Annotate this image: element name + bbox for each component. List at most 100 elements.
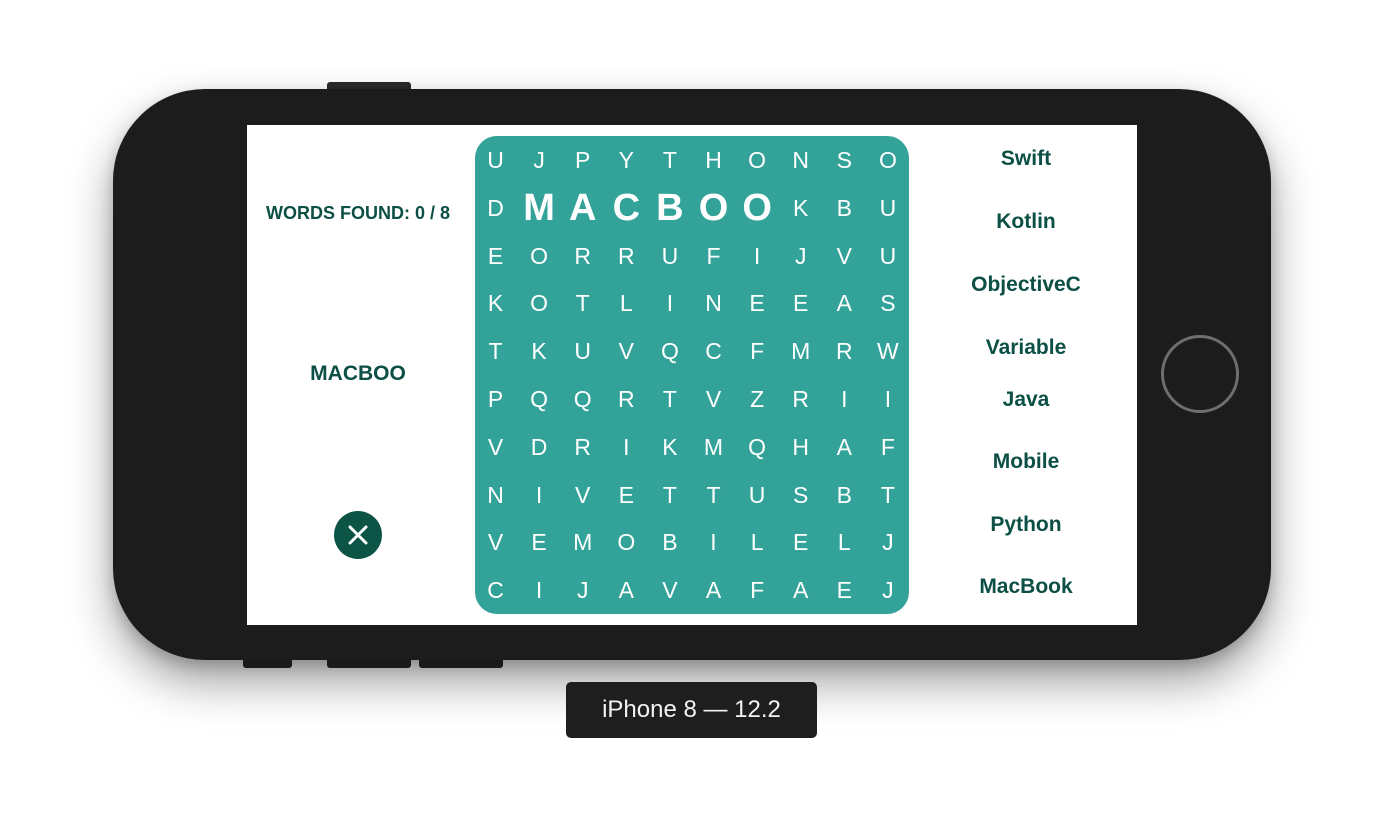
- grid-cell[interactable]: O: [736, 136, 779, 184]
- grid-cell[interactable]: H: [692, 136, 735, 184]
- grid-cell[interactable]: U: [561, 327, 604, 375]
- grid-cell[interactable]: Q: [736, 423, 779, 471]
- grid-cell[interactable]: N: [474, 471, 517, 519]
- grid-cell[interactable]: R: [823, 327, 866, 375]
- grid-cell[interactable]: Q: [561, 375, 604, 423]
- grid-cell[interactable]: R: [605, 375, 648, 423]
- grid-cell[interactable]: P: [561, 136, 604, 184]
- grid-cell[interactable]: R: [561, 232, 604, 280]
- grid-cell[interactable]: R: [561, 423, 604, 471]
- grid-cell[interactable]: A: [779, 566, 822, 614]
- grid-cell[interactable]: I: [823, 375, 866, 423]
- grid-cell[interactable]: J: [866, 566, 909, 614]
- grid-cell[interactable]: I: [518, 566, 561, 614]
- grid-cell[interactable]: M: [779, 327, 822, 375]
- grid-cell[interactable]: I: [866, 375, 909, 423]
- grid-cell[interactable]: O: [736, 184, 779, 232]
- grid-cell[interactable]: B: [823, 184, 866, 232]
- grid-cell[interactable]: V: [605, 327, 648, 375]
- grid-cell[interactable]: R: [605, 232, 648, 280]
- grid-cell[interactable]: U: [866, 184, 909, 232]
- grid-cell[interactable]: O: [605, 518, 648, 566]
- grid-cell[interactable]: H: [779, 423, 822, 471]
- grid-cell[interactable]: D: [518, 423, 561, 471]
- grid-cell[interactable]: S: [866, 279, 909, 327]
- grid-cell[interactable]: Q: [648, 327, 691, 375]
- grid-cell[interactable]: K: [518, 327, 561, 375]
- home-button[interactable]: [1161, 335, 1239, 413]
- grid-cell[interactable]: D: [474, 184, 517, 232]
- grid-cell[interactable]: V: [474, 423, 517, 471]
- grid-cell[interactable]: C: [605, 184, 648, 232]
- grid-cell[interactable]: O: [866, 136, 909, 184]
- grid-cell[interactable]: I: [605, 423, 648, 471]
- grid-cell[interactable]: T: [648, 136, 691, 184]
- grid-cell[interactable]: M: [692, 423, 735, 471]
- grid-cell[interactable]: O: [692, 184, 735, 232]
- close-button[interactable]: [334, 511, 382, 559]
- grid-cell[interactable]: K: [779, 184, 822, 232]
- grid-cell[interactable]: L: [736, 518, 779, 566]
- grid-cell[interactable]: A: [561, 184, 604, 232]
- grid-cell[interactable]: A: [823, 423, 866, 471]
- grid-cell[interactable]: T: [561, 279, 604, 327]
- grid-cell[interactable]: I: [692, 518, 735, 566]
- grid-cell[interactable]: T: [648, 375, 691, 423]
- grid-cell[interactable]: V: [823, 232, 866, 280]
- grid-cell[interactable]: L: [823, 518, 866, 566]
- grid-cell[interactable]: S: [823, 136, 866, 184]
- grid-cell[interactable]: U: [474, 136, 517, 184]
- grid-cell[interactable]: M: [518, 184, 561, 232]
- grid-cell[interactable]: Q: [518, 375, 561, 423]
- grid-cell[interactable]: Y: [605, 136, 648, 184]
- grid-cell[interactable]: N: [779, 136, 822, 184]
- grid-cell[interactable]: F: [736, 566, 779, 614]
- grid-cell[interactable]: E: [736, 279, 779, 327]
- grid-cell[interactable]: W: [866, 327, 909, 375]
- grid-cell[interactable]: R: [779, 375, 822, 423]
- grid-cell[interactable]: M: [561, 518, 604, 566]
- grid-cell[interactable]: S: [779, 471, 822, 519]
- grid-cell[interactable]: J: [518, 136, 561, 184]
- grid-cell[interactable]: E: [474, 232, 517, 280]
- grid-cell[interactable]: T: [866, 471, 909, 519]
- grid-cell[interactable]: B: [823, 471, 866, 519]
- grid-cell[interactable]: Z: [736, 375, 779, 423]
- grid-cell[interactable]: K: [474, 279, 517, 327]
- grid-cell[interactable]: V: [648, 566, 691, 614]
- grid-cell[interactable]: U: [736, 471, 779, 519]
- grid-cell[interactable]: J: [866, 518, 909, 566]
- grid-cell[interactable]: L: [605, 279, 648, 327]
- grid-cell[interactable]: E: [518, 518, 561, 566]
- grid-cell[interactable]: U: [648, 232, 691, 280]
- grid-cell[interactable]: A: [823, 279, 866, 327]
- grid-cell[interactable]: I: [518, 471, 561, 519]
- grid-cell[interactable]: B: [648, 518, 691, 566]
- grid-cell[interactable]: B: [648, 184, 691, 232]
- grid-cell[interactable]: J: [779, 232, 822, 280]
- grid-cell[interactable]: K: [648, 423, 691, 471]
- grid-cell[interactable]: J: [561, 566, 604, 614]
- grid-cell[interactable]: P: [474, 375, 517, 423]
- grid-cell[interactable]: T: [474, 327, 517, 375]
- grid-cell[interactable]: O: [518, 279, 561, 327]
- grid-cell[interactable]: E: [779, 518, 822, 566]
- grid-cell[interactable]: F: [736, 327, 779, 375]
- grid-cell[interactable]: I: [648, 279, 691, 327]
- grid-cell[interactable]: A: [605, 566, 648, 614]
- grid-cell[interactable]: V: [474, 518, 517, 566]
- grid-cell[interactable]: U: [866, 232, 909, 280]
- grid-cell[interactable]: T: [692, 471, 735, 519]
- grid-cell[interactable]: I: [736, 232, 779, 280]
- grid-cell[interactable]: E: [605, 471, 648, 519]
- grid-cell[interactable]: T: [648, 471, 691, 519]
- grid-cell[interactable]: C: [474, 566, 517, 614]
- grid-cell[interactable]: N: [692, 279, 735, 327]
- grid-cell[interactable]: F: [692, 232, 735, 280]
- grid-cell[interactable]: V: [692, 375, 735, 423]
- grid-cell[interactable]: V: [561, 471, 604, 519]
- grid-cell[interactable]: F: [866, 423, 909, 471]
- grid-cell[interactable]: C: [692, 327, 735, 375]
- grid-cell[interactable]: E: [823, 566, 866, 614]
- grid-cell[interactable]: A: [692, 566, 735, 614]
